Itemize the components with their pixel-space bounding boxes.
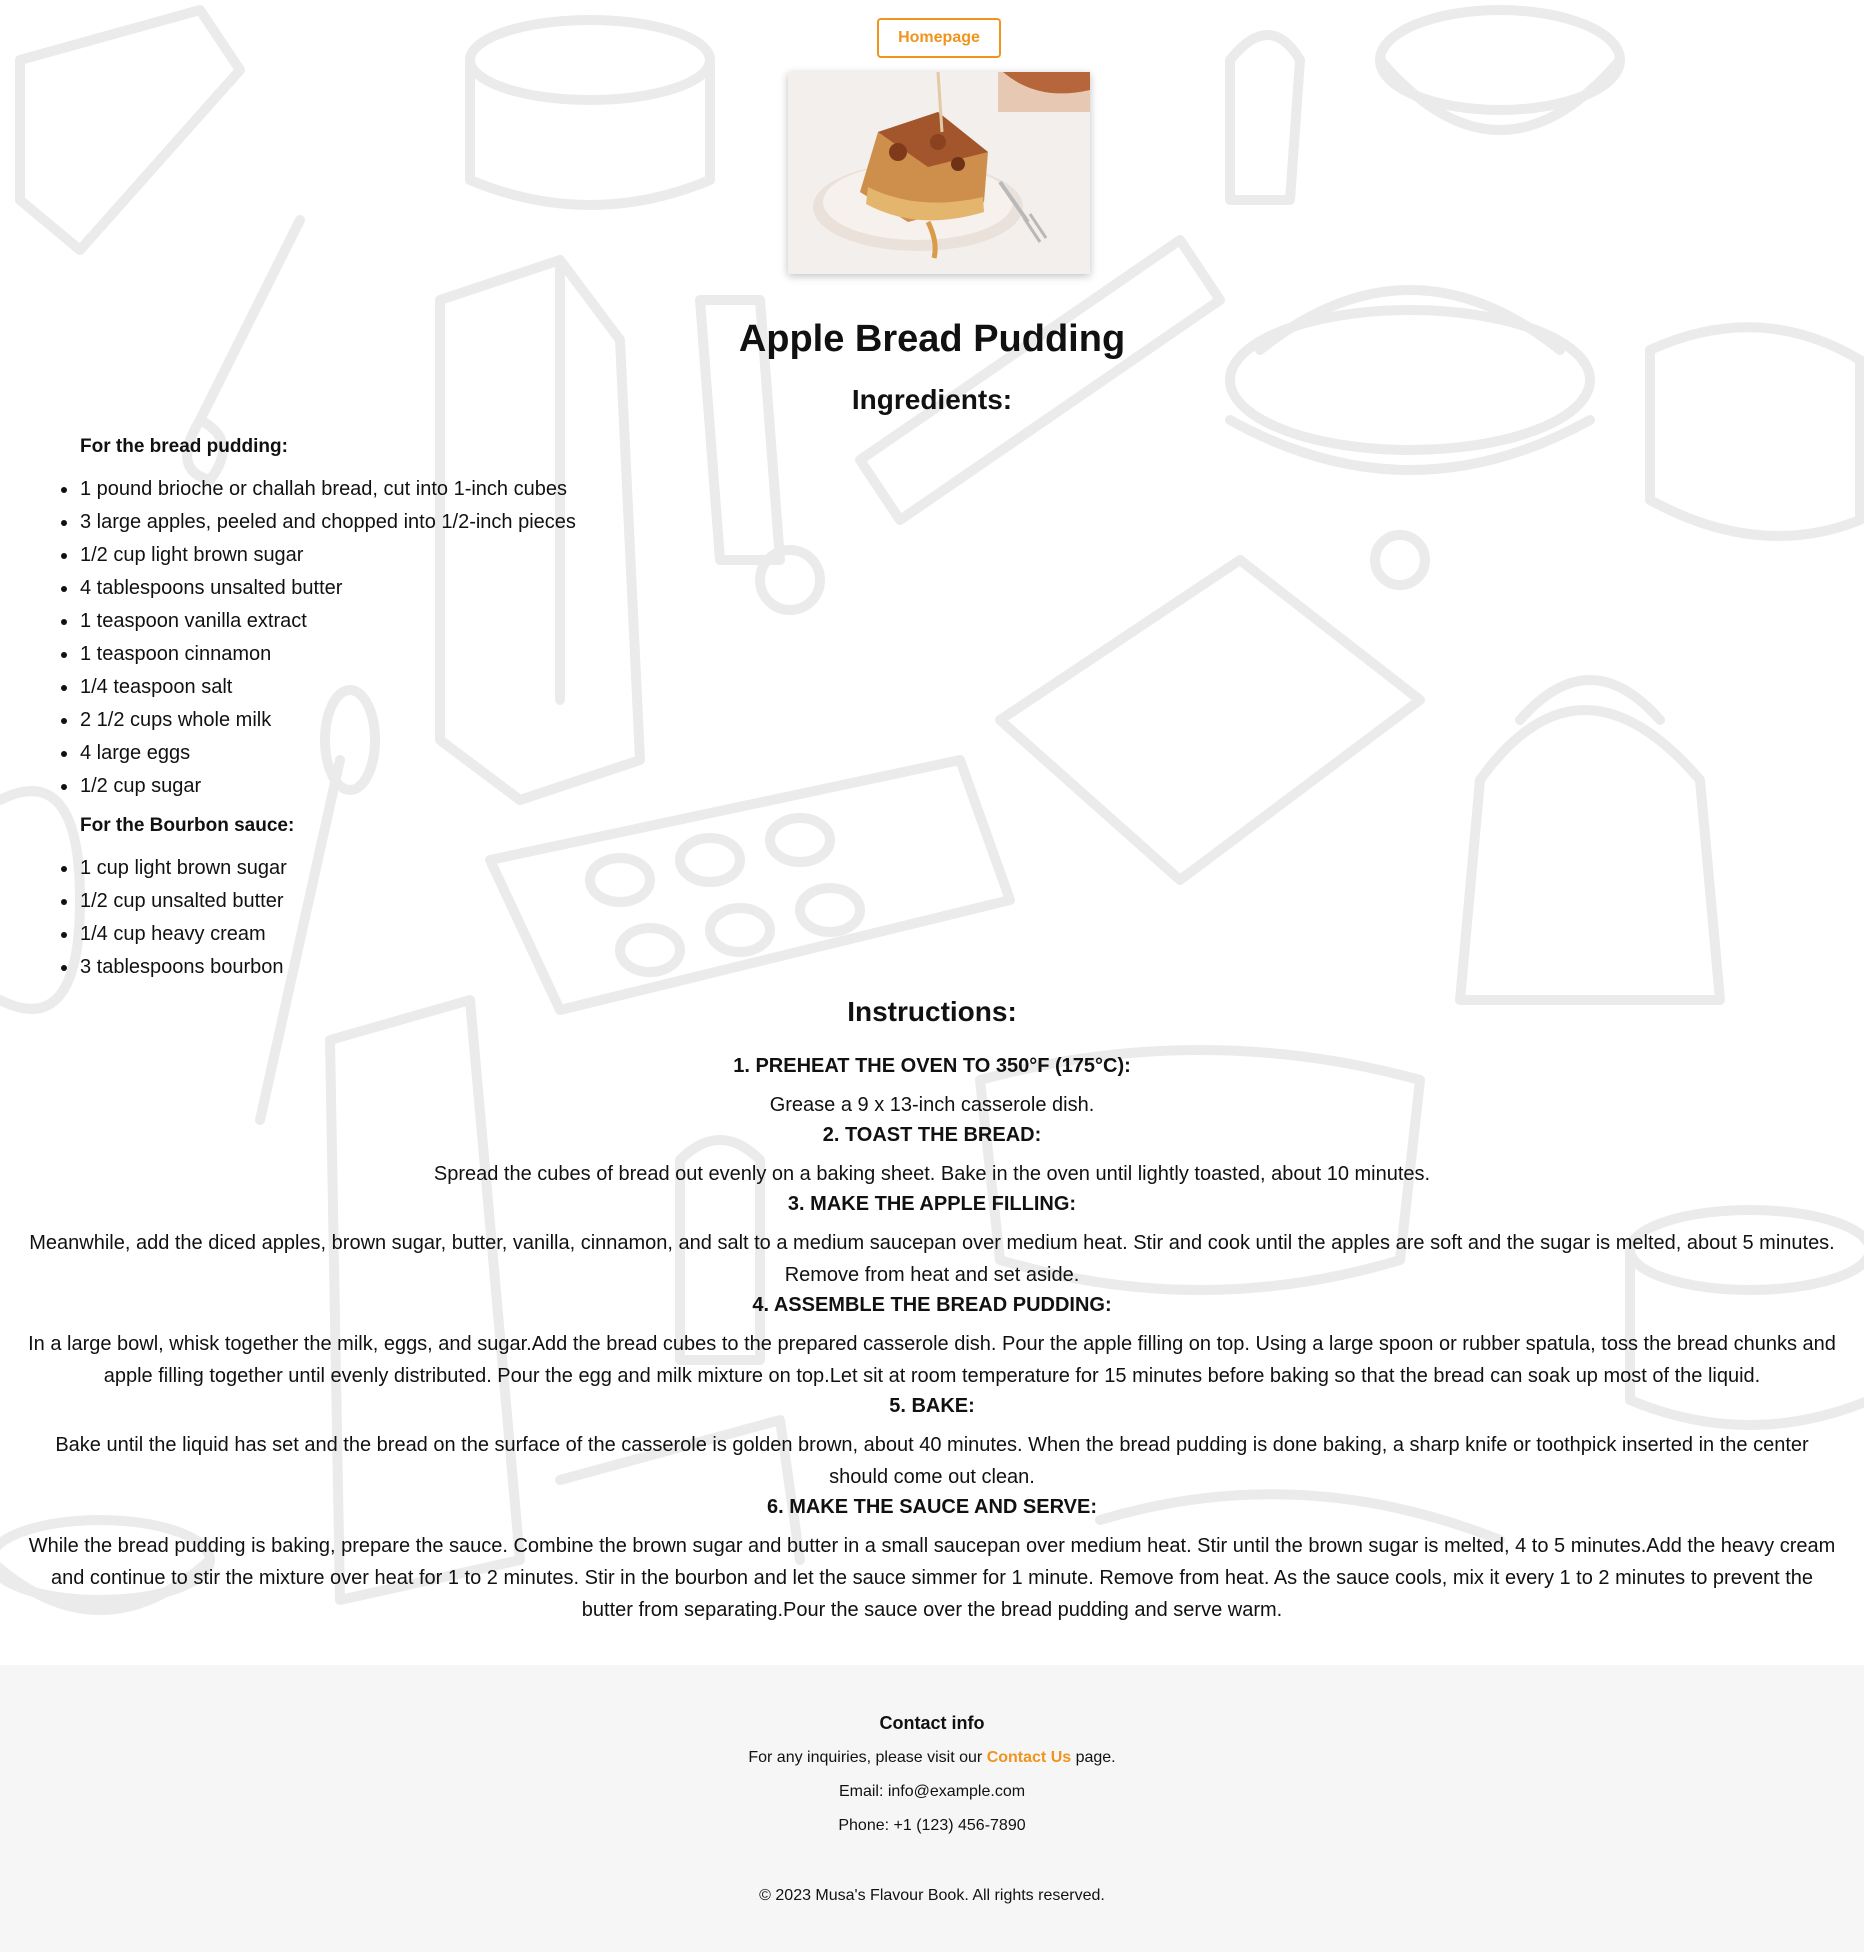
list-item: 4 tablespoons unsalted butter [61,572,576,605]
list-item: 1/4 teaspoon salt [61,671,576,704]
inquiry-suffix: page. [1071,1749,1116,1766]
step-text: In a large bowl, whisk together the milk… [28,1333,1836,1387]
list-item: 1/2 cup light brown sugar [61,539,576,572]
recipe-title: Apple Bread Pudding [738,318,1126,360]
step-title: 2. TOAST THE BREAD: [822,1124,1042,1146]
bourbon-sauce-ingredients: For the Bourbon sauce: 1 cup light brown… [60,815,295,984]
footer-phone: Phone: +1 (123) 456-7890 [838,1817,1026,1834]
footer-title: Contact info [879,1713,985,1733]
step-text: Bake until the liquid has set and the br… [55,1434,1809,1488]
list-item: 3 tablespoons bourbon [60,951,294,984]
step-title: 3. MAKE THE APPLE FILLING: [787,1193,1077,1215]
list-item: 1/2 cup unsalted butter [60,885,294,918]
step-text: While the bread pudding is baking, prepa… [28,1535,1836,1621]
step-title: 5. BAKE: [889,1395,975,1417]
list-item: 4 large eggs [61,737,576,770]
step-title: 1. PREHEAT THE OVEN TO 350°F (175°C): [733,1055,1131,1077]
list-item: 2 1/2 cups whole milk [61,704,576,737]
instruction-step: 4. ASSEMBLE THE BREAD PUDDING: In a larg… [26,1292,1838,1392]
instruction-steps: 1. PREHEAT THE OVEN TO 350°F (175°C): Gr… [26,1053,1838,1627]
instruction-step: 2. TOAST THE BREAD: Spread the cubes of … [26,1122,1838,1190]
list-item: 1 cup light brown sugar [60,852,294,885]
bread-pudding-image [788,72,1090,274]
step-text: Meanwhile, add the diced apples, brown s… [29,1232,1835,1286]
list-item: 3 large apples, peeled and chopped into … [61,506,576,539]
inquiry-prefix: For any inquiries, please visit our [748,1749,987,1766]
instruction-step: 6. MAKE THE SAUCE AND SERVE: While the b… [26,1494,1838,1626]
ingredient-group-title: For the bread pudding: [80,436,288,457]
ingredient-list: 1 pound brioche or challah bread, cut in… [61,473,576,803]
footer-inquiry-line: For any inquiries, please visit our Cont… [0,1749,1864,1767]
recipe-photo [788,72,1090,274]
step-title: 6. MAKE THE SAUCE AND SERVE: [766,1496,1098,1518]
bread-pudding-ingredients: For the bread pudding: 1 pound brioche o… [61,436,576,803]
contact-us-link[interactable]: Contact Us [987,1749,1071,1766]
step-text: Spread the cubes of bread out evenly on … [433,1163,1431,1185]
list-item: 1 teaspoon cinnamon [61,638,576,671]
instruction-step: 3. MAKE THE APPLE FILLING: Meanwhile, ad… [26,1191,1838,1291]
instruction-step: 5. BAKE: Bake until the liquid has set a… [26,1393,1838,1493]
step-title: 4. ASSEMBLE THE BREAD PUDDING: [752,1294,1112,1316]
ingredient-group-title: For the Bourbon sauce: [80,815,295,836]
step-text: Grease a 9 x 13-inch casserole dish. [769,1094,1095,1116]
list-item: 1/2 cup sugar [61,770,576,803]
site-footer: Contact info For any inquiries, please v… [0,1665,1864,1952]
list-item: 1 teaspoon vanilla extract [61,605,576,638]
copyright: © 2023 Musa's Flavour Book. All rights r… [759,1887,1105,1904]
ingredient-list: 1 cup light brown sugar 1/2 cup unsalted… [60,852,294,984]
list-item: 1/4 cup heavy cream [60,918,294,951]
homepage-button[interactable]: Homepage [877,18,1001,58]
footer-email: Email: info@example.com [838,1783,1026,1800]
list-item: 1 pound brioche or challah bread, cut in… [61,473,576,506]
ingredients-heading: Ingredients: [851,384,1013,415]
recipe-page: Homepage Apple Bread Pudding Ingredients… [0,0,1864,1665]
instruction-step: 1. PREHEAT THE OVEN TO 350°F (175°C): Gr… [26,1053,1838,1121]
instructions-heading: Instructions: [847,996,1017,1027]
